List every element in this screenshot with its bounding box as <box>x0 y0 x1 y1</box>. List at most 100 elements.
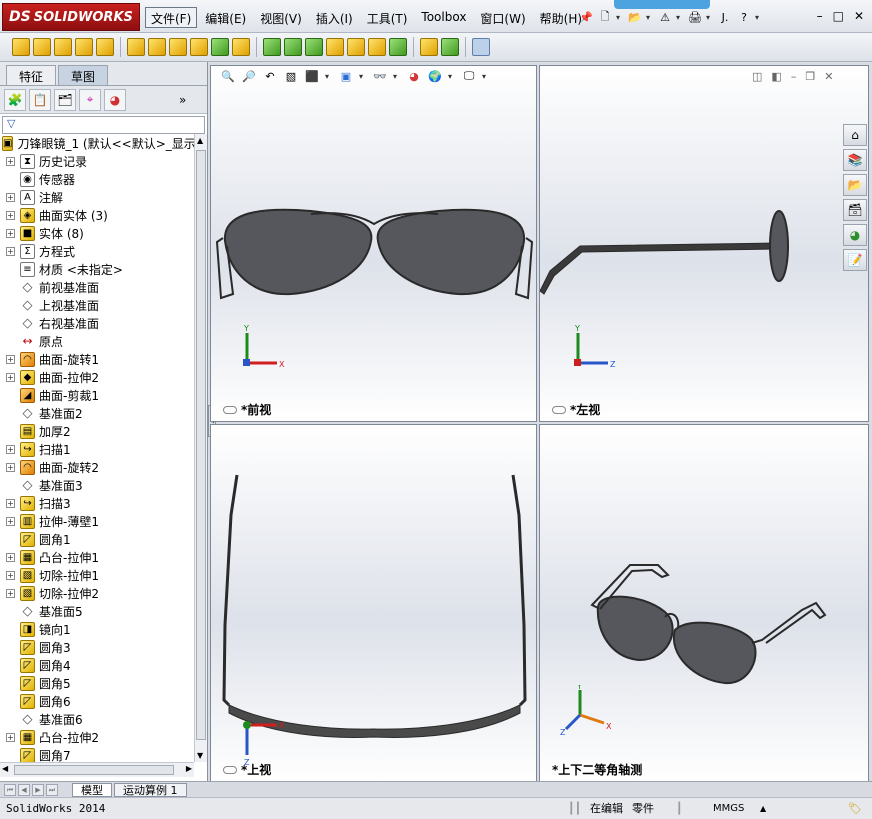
extrude-boss-icon[interactable] <box>12 38 30 56</box>
expand-icon[interactable]: » <box>179 93 186 107</box>
previous-view-icon[interactable]: ↶ <box>262 68 278 84</box>
tree-item[interactable]: ◨ 镜向1 <box>0 620 194 638</box>
menu-view[interactable]: 视图(V) <box>254 7 308 28</box>
menu-insert[interactable]: 插入(I) <box>310 7 359 28</box>
tree-item[interactable]: ◸ 圆角7 <box>0 746 194 762</box>
expand-toggle-icon[interactable]: + <box>6 462 15 472</box>
tree-item[interactable]: ◸ 圆角1 <box>0 530 194 548</box>
menu-toolbox[interactable]: Toolbox <box>415 7 472 28</box>
feature-tree-icon[interactable]: 🧩 <box>4 88 26 111</box>
file-explorer-icon[interactable]: 📂 <box>843 174 867 196</box>
display-manager-icon[interactable]: ◕ <box>104 88 126 111</box>
tab-motion-study[interactable]: 运动算例 1 <box>114 782 187 797</box>
tree-item[interactable]: ◇ 右视基准面 <box>0 314 194 332</box>
first-tab-icon[interactable]: ⏮ <box>4 783 16 796</box>
rebuild-tag-icon[interactable]: 🏷 <box>848 801 862 817</box>
tree-item[interactable]: ◇ 基准面2 <box>0 404 194 422</box>
zoom-to-fit-icon[interactable]: 🔍 <box>220 68 236 84</box>
expand-toggle-icon[interactable]: + <box>6 516 15 526</box>
curves-icon[interactable] <box>441 38 459 56</box>
configuration-manager-icon[interactable]: 🗂 <box>54 88 76 111</box>
tree-item[interactable]: + ▦ 凸台-拉伸2 <box>0 728 194 746</box>
tree-item[interactable]: + ■ 实体 (8) <box>0 224 194 242</box>
tree-item[interactable]: ◇ 基准面3 <box>0 476 194 494</box>
tree-item[interactable]: ◢ 曲面-剪裁1 <box>0 386 194 404</box>
property-manager-icon[interactable]: 📋 <box>29 88 51 111</box>
expand-toggle-icon[interactable]: + <box>6 246 15 256</box>
solidworks-logo[interactable]: DS SOLIDWORKS <box>2 3 140 31</box>
orientation-dropdown-icon[interactable]: ▾ <box>325 72 333 81</box>
wrap-icon[interactable] <box>347 38 365 56</box>
tree-item[interactable]: + ◠ 曲面-旋转2 <box>0 458 194 476</box>
viewport-restore-icon[interactable]: ❐ <box>805 70 815 83</box>
lofted-boss-icon[interactable] <box>75 38 93 56</box>
menu-tools[interactable]: 工具(T) <box>361 7 414 28</box>
tree-item[interactable]: + ◆ 曲面-拉伸2 <box>0 368 194 386</box>
tree-item[interactable]: + A 注解 <box>0 188 194 206</box>
display-dropdown-icon[interactable]: ▾ <box>359 72 367 81</box>
expand-toggle-icon[interactable]: + <box>6 156 15 166</box>
appearances-icon[interactable]: ◕ <box>843 224 867 246</box>
hide-show-icon[interactable]: 👓 <box>372 68 388 84</box>
new-document-icon[interactable]: 🗋 <box>597 9 613 25</box>
display-style-icon[interactable]: ▣ <box>338 68 354 84</box>
tab-features[interactable]: 特征 <box>6 65 57 85</box>
rebuild-dropdown-icon[interactable]: ▾ <box>676 13 684 22</box>
filter-bar[interactable]: ▽ <box>2 116 205 134</box>
units-selector[interactable]: MMGS <box>713 801 744 817</box>
tree-item[interactable]: ◸ 圆角3 <box>0 638 194 656</box>
mirror-icon[interactable] <box>389 38 407 56</box>
viewport-isometric[interactable]: Y X Z *上下二等角轴测 <box>539 424 869 782</box>
tree-item[interactable]: ↔ 原点 <box>0 332 194 350</box>
swept-boss-icon[interactable] <box>54 38 72 56</box>
link-views-icon[interactable] <box>223 765 237 774</box>
next-tab-icon[interactable]: ▶ <box>32 783 44 796</box>
menu-window[interactable]: 窗口(W) <box>474 7 531 28</box>
expand-toggle-icon[interactable]: + <box>6 354 15 364</box>
tree-item[interactable]: ◇ 前视基准面 <box>0 278 194 296</box>
pin-icon[interactable]: 📌 <box>578 9 594 25</box>
viewport-top[interactable]: Z X *上视 <box>210 424 537 782</box>
design-library-icon[interactable]: 📚 <box>843 149 867 171</box>
tree-vertical-scrollbar[interactable]: ▲ ▼ <box>194 134 207 762</box>
tree-item[interactable]: + Σ 方程式 <box>0 242 194 260</box>
dimxpert-icon[interactable]: ⌖ <box>79 88 101 111</box>
help-dropdown-icon[interactable]: ▾ <box>755 13 763 22</box>
viewport-minimize-icon[interactable]: – <box>791 70 797 83</box>
revolve-cut-icon[interactable] <box>148 38 166 56</box>
scene-dropdown-icon[interactable]: ▾ <box>448 72 456 81</box>
tree-horizontal-scrollbar[interactable]: ◀ ▶ <box>0 762 194 777</box>
viewport-left[interactable]: Y Z *左视 <box>539 65 869 422</box>
scroll-thumb-horizontal[interactable] <box>14 765 174 775</box>
tree-item[interactable]: ◸ 圆角5 <box>0 674 194 692</box>
tree-item[interactable]: ◇ 基准面6 <box>0 710 194 728</box>
print-icon[interactable]: 🖨 <box>687 9 703 25</box>
expand-toggle-icon[interactable]: + <box>6 192 15 202</box>
rebuild-warning-icon[interactable]: ⚠ <box>657 9 673 25</box>
extrude-cut-icon[interactable] <box>127 38 145 56</box>
boundary-boss-icon[interactable] <box>96 38 114 56</box>
view-settings-dropdown-icon[interactable]: ▾ <box>482 72 490 81</box>
custom-properties-icon[interactable]: 📝 <box>843 249 867 271</box>
edit-appearance-icon[interactable]: ◕ <box>406 68 422 84</box>
apply-scene-icon[interactable]: 🌍 <box>427 68 443 84</box>
tree-item[interactable]: + ◈ 曲面实体 (3) <box>0 206 194 224</box>
revolve-boss-icon[interactable] <box>33 38 51 56</box>
linear-pattern-icon[interactable] <box>263 38 281 56</box>
open-folder-icon[interactable]: 📂 <box>627 9 643 25</box>
view-palette-icon[interactable]: 🗃 <box>843 199 867 221</box>
shell-icon[interactable] <box>326 38 344 56</box>
tree-item[interactable]: ◇ 上视基准面 <box>0 296 194 314</box>
print-dropdown-icon[interactable]: ▾ <box>706 13 714 22</box>
close-icon[interactable]: ✕ <box>854 9 864 23</box>
tree-item[interactable]: ◸ 圆角6 <box>0 692 194 710</box>
draft-icon[interactable] <box>305 38 323 56</box>
split-vertical-icon[interactable]: ◧ <box>771 70 781 83</box>
prev-tab-icon[interactable]: ◀ <box>18 783 30 796</box>
expand-toggle-icon[interactable]: + <box>6 372 15 382</box>
expand-toggle-icon[interactable]: + <box>6 732 15 742</box>
boundary-cut-icon[interactable] <box>211 38 229 56</box>
tab-sketch[interactable]: 草图 <box>58 65 109 85</box>
restore-icon[interactable]: □ <box>833 9 844 23</box>
lofted-cut-icon[interactable] <box>190 38 208 56</box>
